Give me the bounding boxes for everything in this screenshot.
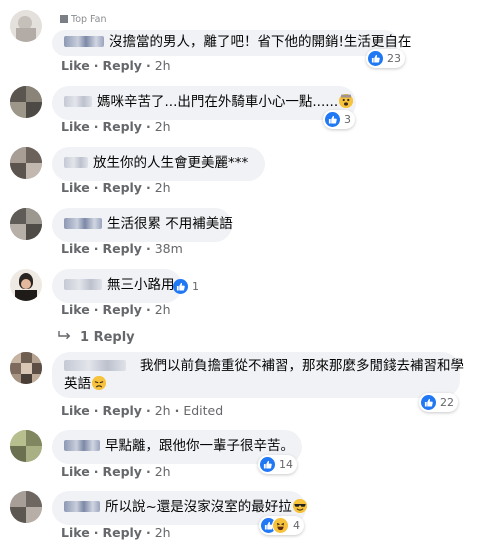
reaction-count: 4 [293,519,300,532]
comment-text: 所以說~還是沒家沒室的最好拉 [105,499,292,515]
like-button[interactable]: Like [61,119,90,134]
comment-bubble: 放生你的人生會更美麗*** [52,147,265,181]
reaction-count: 3 [344,113,351,126]
reaction-summary[interactable]: 3 [323,110,355,129]
reaction-summary[interactable]: 23 [366,49,405,68]
comment-actions: Like · Reply · 2h [61,119,171,134]
comment-actions: Like · Reply · 38m [61,241,183,256]
reaction-count: 1 [192,280,199,293]
haha-reaction-icon [272,517,289,534]
comment-text-continued: 英語 [64,376,91,392]
like-reaction-icon [368,51,383,66]
like-button[interactable]: Like [61,464,90,479]
comment-bubble: 媽咪辛苦了...出門在外騎車小心一點...... [52,86,356,120]
reaction-count: 23 [387,52,401,65]
comment-bubble: 生活很累 不用補美語 [52,208,233,242]
commenter-name[interactable] [64,218,102,229]
comment-text: 我們以前負擔重從不補習，那來那麼多閒錢去補習和學 [140,358,464,374]
like-button[interactable]: Like [61,403,90,418]
avatar[interactable] [10,10,42,42]
avatar[interactable] [10,352,42,384]
edited-label[interactable]: Edited [183,403,223,418]
reply-button[interactable]: Reply [102,180,141,195]
view-replies-link[interactable]: 1 Reply [58,330,135,346]
reply-button[interactable]: Reply [102,119,141,134]
like-button[interactable]: Like [61,525,90,540]
reply-button[interactable]: Reply [102,525,141,540]
reaction-summary[interactable]: 4 [259,516,304,535]
commenter-name[interactable] [64,279,102,290]
like-button[interactable]: Like [61,302,90,317]
reaction-summary[interactable]: 14 [258,455,297,474]
reply-button[interactable]: Reply [102,403,141,418]
comment-bubble: 沒擔當的男人，離了吧！省下他的開銷!生活更自在 [52,30,411,56]
reply-button[interactable]: Reply [102,58,141,73]
timestamp[interactable]: 2h [155,58,171,73]
fearful-face-emoji-icon [339,94,354,108]
avatar[interactable] [10,86,42,118]
commenter-name[interactable] [64,96,92,107]
comment-text: 無三小路用 [107,277,175,293]
reply-button[interactable]: Reply [102,241,141,256]
commenter-name[interactable] [64,157,88,168]
like-reaction-icon [325,112,340,127]
reply-button[interactable]: Reply [102,464,141,479]
comment-actions: Like · Reply · 2h [61,58,171,73]
like-button[interactable]: Like [61,180,90,195]
comment-bubble: 我們以前負擔重從不補習，那來那麼多閒錢去補習和學 英語 [52,352,464,398]
like-button[interactable]: Like [61,241,90,256]
comment-actions: Like · Reply · 2h [61,525,171,540]
comment-actions: Like · Reply · 2h [61,464,171,479]
commenter-name[interactable] [64,501,100,512]
like-button[interactable]: Like [61,58,90,73]
commenter-name[interactable] [64,360,126,371]
comment-actions: Like · Reply · 2h [61,180,171,195]
reaction-summary[interactable]: 22 [419,393,458,412]
reaction-summary[interactable]: 1 [171,277,203,296]
avatar[interactable] [10,430,42,462]
comment-text: 沒擔當的男人，離了吧！省下他的開銷!生活更自在 [109,34,412,50]
timestamp[interactable]: 2h [155,525,171,540]
timestamp[interactable]: 2h [155,119,171,134]
comment-bubble: 無三小路用 [52,269,182,303]
timestamp[interactable]: 2h [155,302,171,317]
comment-text: 生活很累 不用補美語 [107,216,233,232]
reaction-count: 14 [279,458,293,471]
reply-arrow-icon [58,330,72,346]
timestamp[interactable]: 38m [155,241,183,256]
comment-text: 媽咪辛苦了...出門在外騎車小心一點...... [97,94,339,110]
smiling-sunglasses-emoji-icon [292,499,307,513]
avatar[interactable] [10,491,42,523]
like-reaction-icon [260,457,275,472]
avatar[interactable] [10,269,42,301]
avatar[interactable] [10,147,42,179]
like-reaction-icon [173,279,188,294]
top-fan-badge: Top Fan [60,14,107,25]
timestamp[interactable]: 2h [155,403,171,418]
disappointed-face-emoji-icon [92,376,106,390]
top-fan-badge-icon [60,14,68,23]
like-reaction-icon [421,395,436,410]
timestamp[interactable]: 2h [155,464,171,479]
comment-actions: Like · Reply · 2h [61,302,171,317]
reaction-count: 22 [440,396,454,409]
comment-text: 早點離，跟他你一輩子很辛苦。 [105,438,294,454]
avatar[interactable] [10,208,42,240]
commenter-name[interactable] [64,440,100,451]
timestamp[interactable]: 2h [155,180,171,195]
commenter-name[interactable] [64,36,104,47]
comment-text: 放生你的人生會更美麗*** [93,155,249,171]
comment-thread: Top Fan 沒擔當的男人，離了吧！省下他的開銷!生活更自在 23 Like ·… [0,0,494,547]
reply-button[interactable]: Reply [102,302,141,317]
comment-actions: Like · Reply · 2h · Edited [61,403,224,418]
